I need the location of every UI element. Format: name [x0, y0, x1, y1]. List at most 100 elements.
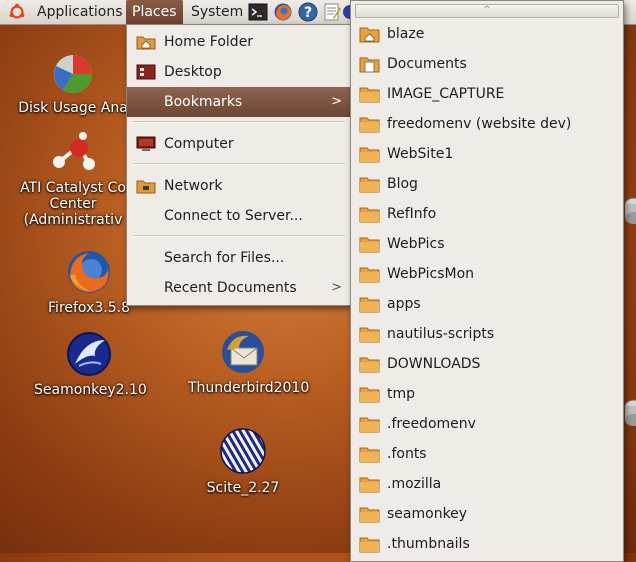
bookmark-label: Documents [387, 56, 467, 72]
network-folder-icon [136, 180, 156, 194]
bookmark-item-apps[interactable]: apps [351, 289, 623, 319]
bookmark-item-webpicsmon[interactable]: WebPicsMon [351, 259, 623, 289]
computer-icon [136, 136, 156, 151]
home-folder-icon [359, 27, 380, 43]
bookmark-item-refinfo[interactable]: RefInfo [351, 199, 623, 229]
partial-desktop-icon[interactable] [624, 398, 636, 428]
menu-item-home-folder[interactable]: Home Folder [127, 27, 351, 57]
folder-icon [359, 417, 380, 433]
ubuntu-logo-icon[interactable] [8, 3, 26, 21]
folder-icon [359, 177, 380, 193]
desktop-icon-disk-usage[interactable]: Disk Usage Ana [18, 52, 128, 116]
bookmark-label: freedomenv (website dev) [387, 116, 572, 132]
menu-item-computer[interactable]: Computer [127, 129, 351, 159]
menu-item-connect-to-server[interactable]: Connect to Server... [127, 201, 351, 231]
menu-separator [133, 235, 345, 237]
folder-icon [359, 87, 380, 103]
bookmark-item-downloads[interactable]: DOWNLOADS [351, 349, 623, 379]
home-folder-icon [136, 36, 156, 50]
firefox-launcher-icon[interactable] [273, 2, 293, 22]
bookmark-item-seamonkey[interactable]: seamonkey [351, 499, 623, 529]
thunderbird-icon [222, 331, 264, 373]
menu-item-label: Computer [164, 136, 234, 152]
places-menu-dropdown: Home Folder Desktop Bookmarks > Computer… [126, 24, 352, 306]
desktop-icon-label: Seamonkey2.10 [34, 382, 147, 398]
bookmark-label: .thumbnails [387, 536, 470, 552]
menu-item-label: Connect to Server... [164, 208, 303, 224]
desktop-icon-seamonkey[interactable]: Seamonkey2.10 [34, 330, 147, 398]
menu-item-desktop[interactable]: Desktop [127, 57, 351, 87]
bookmark-item-website1[interactable]: WebSite1 [351, 139, 623, 169]
bookmark-item-freedomenv-website-dev[interactable]: freedomenv (website dev) [351, 109, 623, 139]
menu-item-label: Recent Documents [164, 280, 297, 296]
menu-item-recent-documents[interactable]: Recent Documents > [127, 273, 351, 303]
bookmark-label: RefInfo [387, 206, 437, 222]
bookmark-label: .mozilla [387, 476, 442, 492]
bookmark-label: .freedomenv [387, 416, 476, 432]
terminal-icon[interactable] [248, 2, 268, 22]
menu-item-label: Desktop [164, 64, 222, 80]
menu-item-label: Network [164, 178, 223, 194]
desktop-icon-thunderbird[interactable]: Thunderbird2010 [188, 328, 309, 396]
bookmark-label: WebSite1 [387, 146, 454, 162]
scroll-up-button[interactable]: ^ [355, 4, 619, 18]
desktop-icon-label: Disk Usage Ana [18, 100, 128, 116]
menu-item-bookmarks[interactable]: Bookmarks > [127, 87, 351, 117]
firefox-icon [68, 251, 110, 293]
folder-icon [359, 117, 380, 133]
bookmarks-submenu: ^ blaze Documents IMAGE_CAPTURE freedome… [350, 0, 624, 562]
partial-desktop-icon[interactable] [624, 196, 636, 226]
desktop-icon-ati-catalyst[interactable]: ATI Catalyst Co Center (Administrativ [18, 132, 128, 228]
molecule-icon [53, 132, 95, 170]
desktop-icon [136, 64, 156, 80]
bookmark-label: seamonkey [387, 506, 468, 522]
pie-chart-icon [54, 55, 92, 93]
svg-text:?: ? [304, 5, 312, 21]
folder-icon [359, 237, 380, 253]
bookmark-label: nautilus-scripts [387, 326, 495, 342]
bookmark-item-nautilus-scripts[interactable]: nautilus-scripts [351, 319, 623, 349]
bookmark-label: IMAGE_CAPTURE [387, 86, 505, 102]
folder-icon [359, 507, 380, 523]
menu-separator [133, 163, 345, 165]
bookmark-item-webpics[interactable]: WebPics [351, 229, 623, 259]
folder-icon [359, 537, 380, 553]
menu-item-label: Search for Files... [164, 250, 285, 266]
applications-menu[interactable]: Applications [31, 0, 129, 24]
folder-icon [359, 267, 380, 283]
places-menu[interactable]: Places [126, 0, 183, 24]
folder-icon [359, 387, 380, 403]
desktop-icon-label: Scite_2.27 [206, 480, 280, 496]
scite-globe-icon [220, 428, 266, 474]
bookmark-item-blaze[interactable]: blaze [351, 19, 623, 49]
desktop-icon-scite[interactable]: Scite_2.27 [188, 426, 298, 496]
menu-item-network[interactable]: Network [127, 171, 351, 201]
bookmark-label: blaze [387, 26, 425, 42]
bookmark-label: WebPicsMon [387, 266, 475, 282]
bookmark-item-blog[interactable]: Blog [351, 169, 623, 199]
submenu-arrow-icon: > [331, 94, 342, 109]
bookmark-item-fonts[interactable]: .fonts [351, 439, 623, 469]
menu-item-label: Home Folder [164, 34, 254, 50]
menu-item-label: Bookmarks [164, 94, 243, 110]
bookmark-item-documents[interactable]: Documents [351, 49, 623, 79]
bookmark-label: DOWNLOADS [387, 356, 481, 372]
folder-icon [359, 147, 380, 163]
submenu-arrow-icon: > [331, 280, 342, 295]
bookmark-item-mozilla[interactable]: .mozilla [351, 469, 623, 499]
seamonkey-icon [67, 332, 111, 376]
desktop-icon-label: ATI Catalyst Co [20, 180, 126, 196]
desktop-icon-label: (Administrativ [23, 212, 123, 228]
text-editor-icon[interactable] [322, 2, 342, 22]
scroll-up-icon: ^ [483, 5, 491, 15]
bookmark-item-image-capture[interactable]: IMAGE_CAPTURE [351, 79, 623, 109]
system-menu[interactable]: System [185, 0, 249, 24]
bookmark-item-tmp[interactable]: tmp [351, 379, 623, 409]
bookmark-item-thumbnails[interactable]: .thumbnails [351, 529, 623, 559]
help-icon[interactable]: ? [298, 2, 318, 22]
bookmark-item-freedomenv[interactable]: .freedomenv [351, 409, 623, 439]
folder-icon [359, 357, 380, 373]
folder-icon [359, 297, 380, 313]
folder-icon [359, 477, 380, 493]
menu-item-search-for-files[interactable]: Search for Files... [127, 243, 351, 273]
